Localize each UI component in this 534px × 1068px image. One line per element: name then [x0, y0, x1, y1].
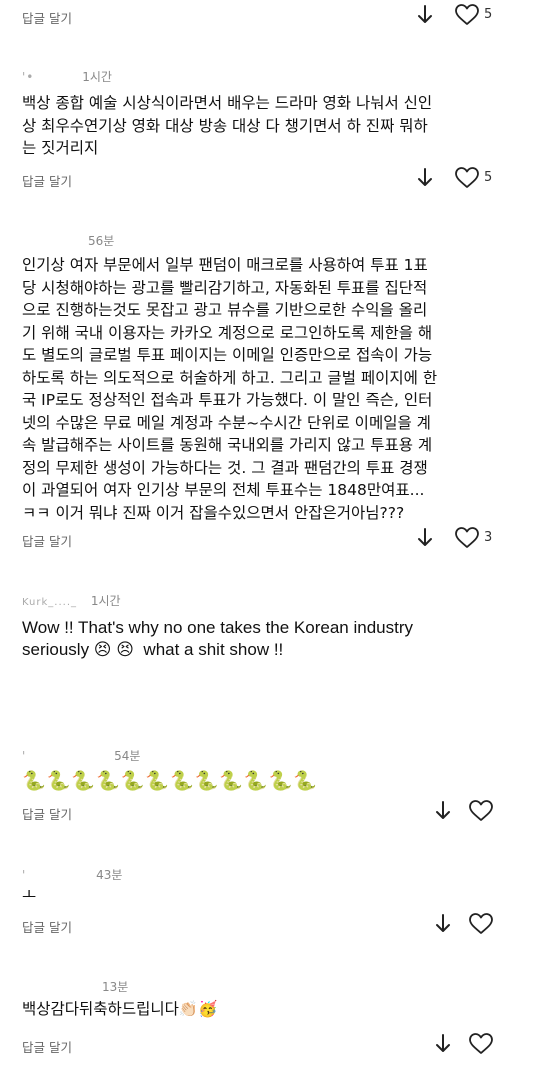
down-arrow-icon[interactable] [435, 913, 451, 935]
comment-header: ' 43분 [22, 866, 122, 883]
down-arrow-icon[interactable] [417, 4, 433, 26]
comment-header: ' 54분 [22, 747, 140, 764]
comment-0: 답글 달기 5 [0, 0, 534, 34]
comment-4: ' 54분 🐍🐍🐍🐍🐍🐍🐍🐍🐍🐍🐍🐍 답글 달기 [0, 745, 534, 835]
comment-5: ' 43분 ㅗ 답글 달기 [0, 864, 534, 944]
heart-icon[interactable] [468, 1032, 494, 1056]
reply-button[interactable]: 답글 달기 [22, 531, 72, 550]
comment-actions: 답글 달기 5 [22, 166, 494, 194]
like-count: 5 [484, 7, 493, 22]
down-arrow-icon[interactable] [435, 1033, 451, 1055]
comment-time: 54분 [114, 749, 141, 763]
comment-header: Kurk_...._ 1시간 [22, 592, 121, 609]
comment-2: 56분 인기상 여자 부문에서 일부 팬덤이 매크로를 사용하여 투표 1표 당… [0, 230, 534, 560]
comment-header: 13분 [22, 978, 128, 995]
comment-time: 1시간 [82, 70, 112, 84]
comment-text: 백상 종합 예술 시상식이라면서 배우는 드라마 영화 나눠서 신인 상 최우수… [22, 94, 433, 157]
comment-username[interactable]: Kurk_...._ [22, 597, 77, 608]
down-arrow-icon[interactable] [417, 527, 433, 549]
comment-actions: 답글 달기 3 [22, 526, 494, 554]
heart-icon[interactable] [468, 799, 494, 823]
comment-text: Wow !! That's why no one takes the Korea… [22, 618, 413, 659]
reply-button[interactable]: 답글 달기 [22, 1037, 72, 1056]
heart-icon[interactable] [454, 166, 480, 190]
comment-username[interactable]: '• [22, 70, 34, 84]
comment-time: 13분 [102, 980, 129, 994]
heart-icon[interactable] [454, 3, 480, 27]
comment-6: 13분 백상감다뒤축하드립니다👏🏻🥳 답글 달기 [0, 976, 534, 1066]
heart-icon[interactable] [454, 526, 480, 550]
down-arrow-icon[interactable] [417, 167, 433, 189]
comment-text: 백상감다뒤축하드립니다👏🏻🥳 [22, 1000, 218, 1018]
comment-header: 56분 [22, 232, 114, 249]
comment-1: '• 1시간 백상 종합 예술 시상식이라면서 배우는 드라마 영화 나눠서 신… [0, 66, 534, 196]
comment-time: 56분 [88, 234, 115, 248]
comment-actions: 답글 달기 [22, 912, 494, 940]
comment-time: 43분 [96, 868, 123, 882]
comment-actions: 답글 달기 [22, 1032, 494, 1060]
comment-header: '• 1시간 [22, 68, 112, 85]
comment-actions: 답글 달기 5 [22, 3, 494, 31]
comment-time: 1시간 [90, 594, 121, 608]
reply-button[interactable]: 답글 달기 [22, 917, 72, 936]
comment-text: ㅗ [22, 886, 37, 904]
down-arrow-icon[interactable] [435, 800, 451, 822]
like-count: 5 [484, 170, 493, 185]
comment-actions: 답글 달기 [22, 799, 494, 827]
comment-text: 인기상 여자 부문에서 일부 팬덤이 매크로를 사용하여 투표 1표 당 시청해… [22, 256, 438, 522]
reply-button[interactable]: 답글 달기 [22, 171, 72, 190]
like-count: 3 [484, 530, 493, 545]
comment-username[interactable]: ' [22, 749, 26, 763]
heart-icon[interactable] [468, 912, 494, 936]
comment-text: 🐍🐍🐍🐍🐍🐍🐍🐍🐍🐍🐍🐍 [22, 770, 318, 792]
reply-button[interactable]: 답글 달기 [22, 804, 72, 823]
comment-username[interactable]: ' [22, 868, 26, 882]
comment-3: Kurk_...._ 1시간 Wow !! That's why no one … [0, 590, 534, 680]
reply-button[interactable]: 답글 달기 [22, 8, 72, 27]
